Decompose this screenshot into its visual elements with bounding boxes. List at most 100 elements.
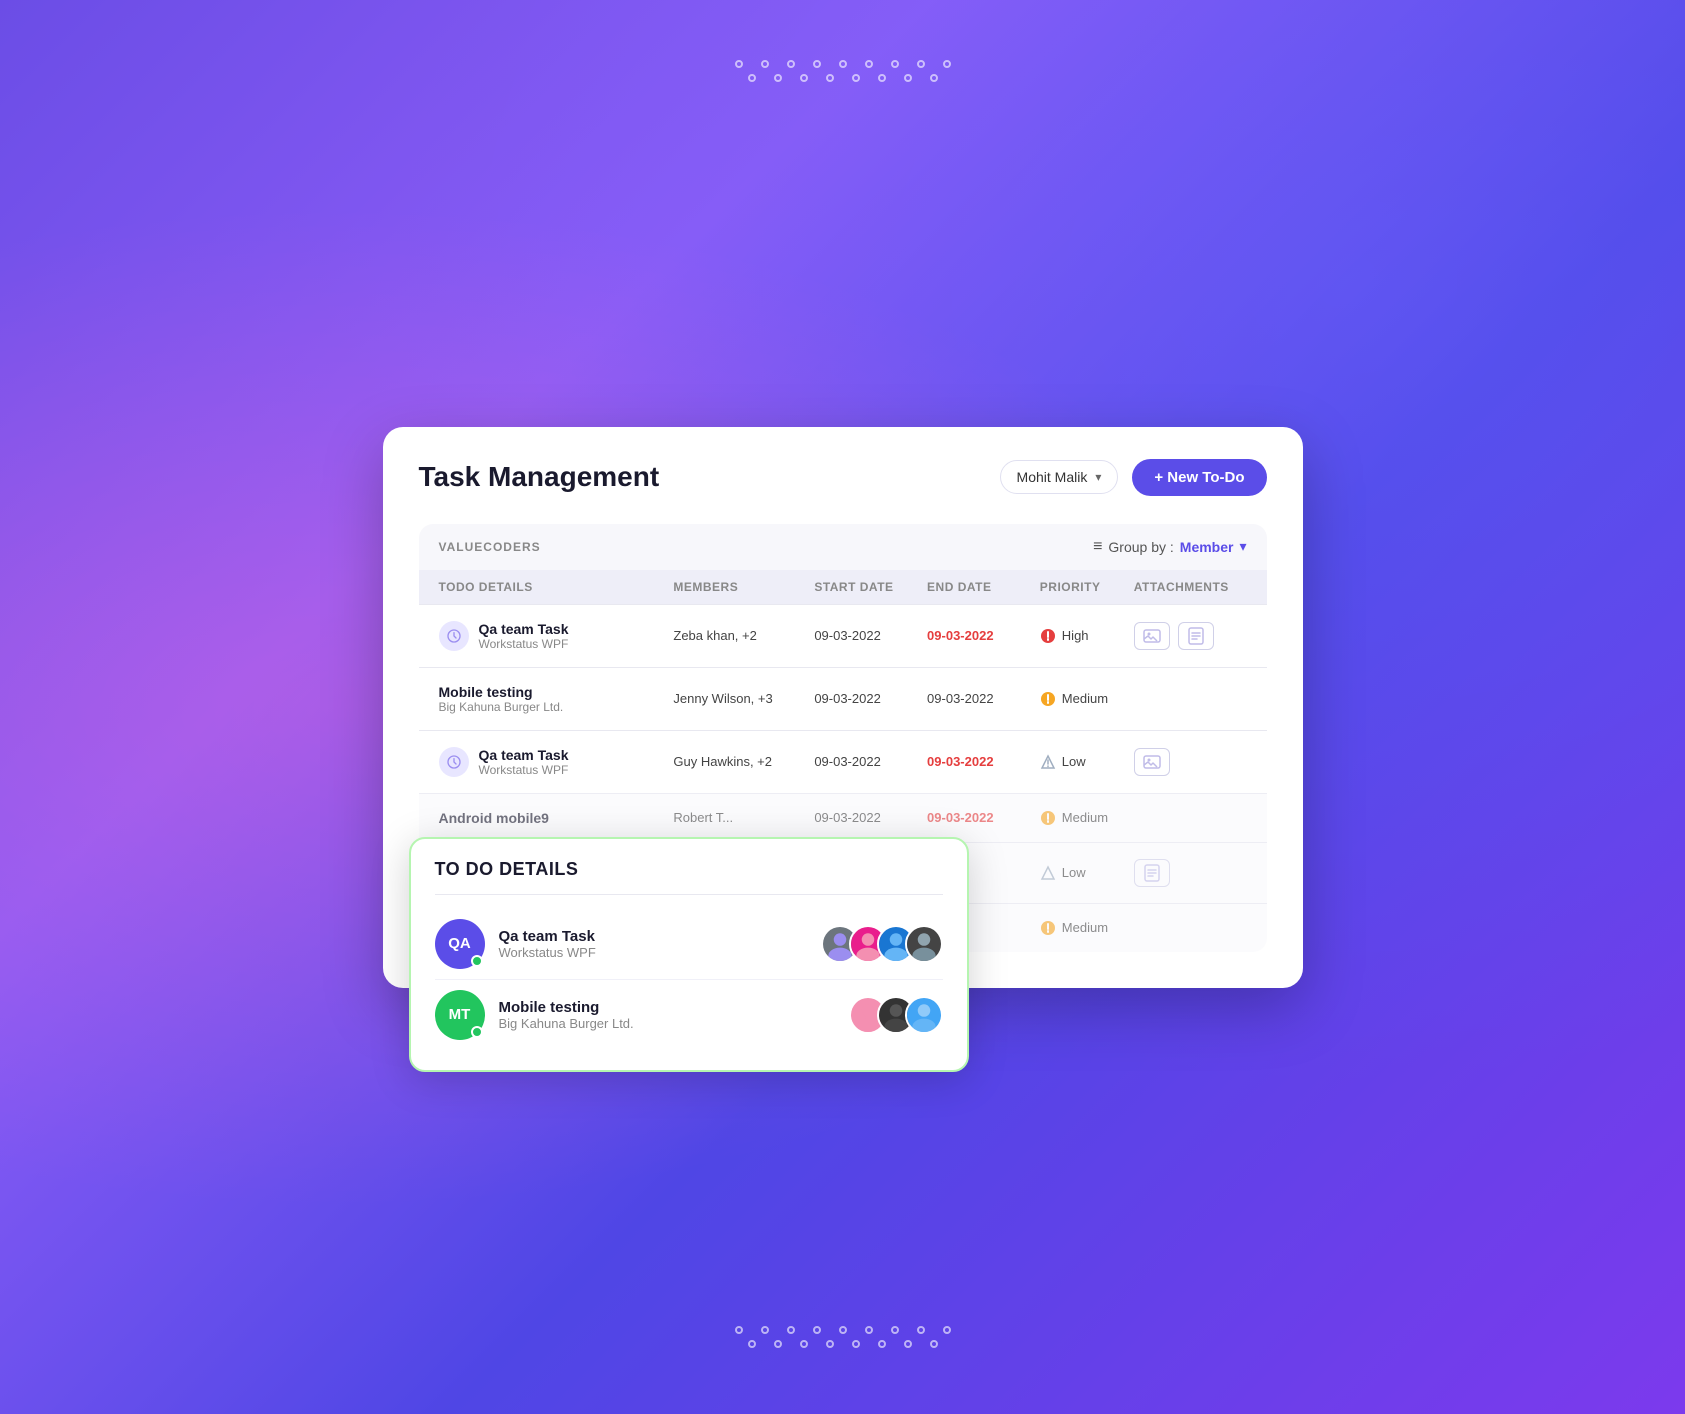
attachments [1134, 622, 1247, 650]
dot [904, 74, 912, 82]
dot [813, 1326, 821, 1334]
filter-icon: ≡ [1093, 538, 1102, 556]
end-date: 09-03-2022 [927, 810, 1040, 825]
popup-member-avatars [821, 925, 943, 963]
dot [839, 60, 847, 68]
task-details: Mobile testing Big Kahuna Burger Ltd. [439, 684, 564, 714]
dot [865, 60, 873, 68]
user-dropdown[interactable]: Mohit Malik ▾ [1000, 460, 1119, 494]
low-priority-icon [1040, 865, 1056, 881]
dot [852, 1340, 860, 1348]
popup-item[interactable]: MT Mobile testing Big Kahuna Burger Ltd. [435, 979, 943, 1050]
dot [878, 1340, 886, 1348]
avatar-initials: MT [449, 1006, 471, 1023]
priority: Medium [1040, 810, 1134, 826]
priority-label: Medium [1062, 691, 1108, 706]
col-end-date: END DATE [927, 580, 1040, 594]
task-avatar-mt: MT [435, 990, 485, 1040]
image-attachment-icon [1134, 748, 1170, 776]
table-header: TODO DETAILS MEMBERS START DATE END DATE… [419, 570, 1267, 604]
priority-label: Low [1062, 754, 1086, 769]
end-date: 09-03-2022 [927, 628, 1040, 643]
section-header: VALUECODERS ≡ Group by : Member ▾ [419, 524, 1267, 570]
dot [930, 74, 938, 82]
dot [800, 1340, 808, 1348]
image-attachment-icon [1134, 622, 1170, 650]
table-row[interactable]: Android mobile9 Robert T... 09-03-2022 0… [419, 793, 1267, 842]
task-name: Mobile testing [439, 684, 564, 700]
dot [735, 1326, 743, 1334]
dot [761, 60, 769, 68]
task-info: Android mobile9 [439, 810, 674, 826]
dot [930, 1340, 938, 1348]
medium-priority-icon [1040, 810, 1056, 826]
popup-member-avatars [849, 996, 943, 1034]
members: Guy Hawkins, +2 [673, 754, 814, 769]
task-subtask: Workstatus WPF [479, 763, 569, 777]
header: Task Management Mohit Malik ▾ + New To-D… [419, 459, 1267, 496]
clock-icon [439, 747, 469, 777]
dot [891, 1326, 899, 1334]
dot [891, 60, 899, 68]
high-priority-icon [1040, 628, 1056, 644]
task-info: Qa team Task Workstatus WPF [439, 747, 674, 777]
popup-task-name: Mobile testing [499, 999, 634, 1016]
doc-attachment-icon [1178, 622, 1214, 650]
priority-label: High [1062, 628, 1089, 643]
col-members: MEMBERS [673, 580, 814, 594]
table-row[interactable]: Qa team Task Workstatus WPF Zeba khan, +… [419, 604, 1267, 667]
main-card: Task Management Mohit Malik ▾ + New To-D… [383, 427, 1303, 988]
start-date: 09-03-2022 [814, 754, 927, 769]
priority: High [1040, 628, 1134, 644]
medium-priority-icon [1040, 920, 1056, 936]
dot [748, 1340, 756, 1348]
members: Zeba khan, +2 [673, 628, 814, 643]
task-info: Mobile testing Big Kahuna Burger Ltd. [439, 684, 674, 714]
task-name: Qa team Task [479, 621, 569, 637]
dot [943, 1326, 951, 1334]
task-subtask: Big Kahuna Burger Ltd. [439, 700, 564, 714]
avatar-initials: QA [448, 935, 471, 952]
popup-task-subtask: Big Kahuna Burger Ltd. [499, 1016, 634, 1031]
dot [735, 60, 743, 68]
dot [839, 1326, 847, 1334]
doc-attachment-icon [1134, 859, 1170, 887]
members: Robert T... [673, 810, 814, 825]
start-date: 09-03-2022 [814, 628, 927, 643]
popup-item-left: QA Qa team Task Workstatus WPF [435, 919, 596, 969]
table-row[interactable]: Mobile testing Big Kahuna Burger Ltd. Je… [419, 667, 1267, 730]
end-date: 09-03-2022 [927, 754, 1040, 769]
popup-task-info: Qa team Task Workstatus WPF [499, 928, 596, 960]
member-avatar [905, 996, 943, 1034]
task-subtask: Workstatus WPF [479, 637, 569, 651]
attachments [1134, 748, 1247, 776]
task-name: Android mobile9 [439, 810, 549, 826]
popup-item[interactable]: QA Qa team Task Workstatus WPF [435, 909, 943, 979]
dot [878, 74, 886, 82]
priority: Medium [1040, 920, 1134, 936]
task-avatar-qa: QA [435, 919, 485, 969]
table-row[interactable]: Qa team Task Workstatus WPF Guy Hawkins,… [419, 730, 1267, 793]
task-details: Qa team Task Workstatus WPF [479, 621, 569, 651]
group-by-label: Group by : [1108, 539, 1173, 555]
group-by-value[interactable]: Member [1180, 539, 1234, 555]
section-label: VALUECODERS [439, 540, 541, 554]
popup-item-left: MT Mobile testing Big Kahuna Burger Ltd. [435, 990, 634, 1040]
chevron-down-icon: ▾ [1095, 470, 1101, 484]
new-todo-button[interactable]: + New To-Do [1132, 459, 1266, 496]
task-details: Qa team Task Workstatus WPF [479, 747, 569, 777]
page-title: Task Management [419, 461, 660, 493]
dot [774, 74, 782, 82]
priority: Medium [1040, 691, 1134, 707]
attachments [1134, 859, 1247, 887]
popup-overlay: TO DO DETAILS QA Qa team Task Workstatus… [409, 837, 969, 1072]
priority-label: Low [1062, 865, 1086, 880]
group-by-control: ≡ Group by : Member ▾ [1093, 538, 1246, 556]
members: Jenny Wilson, +3 [673, 691, 814, 706]
dot [826, 1340, 834, 1348]
end-date: 09-03-2022 [927, 691, 1040, 706]
popup-title: TO DO DETAILS [435, 859, 943, 880]
dot [748, 74, 756, 82]
popup-task-info: Mobile testing Big Kahuna Burger Ltd. [499, 999, 634, 1031]
priority: Low [1040, 865, 1134, 881]
